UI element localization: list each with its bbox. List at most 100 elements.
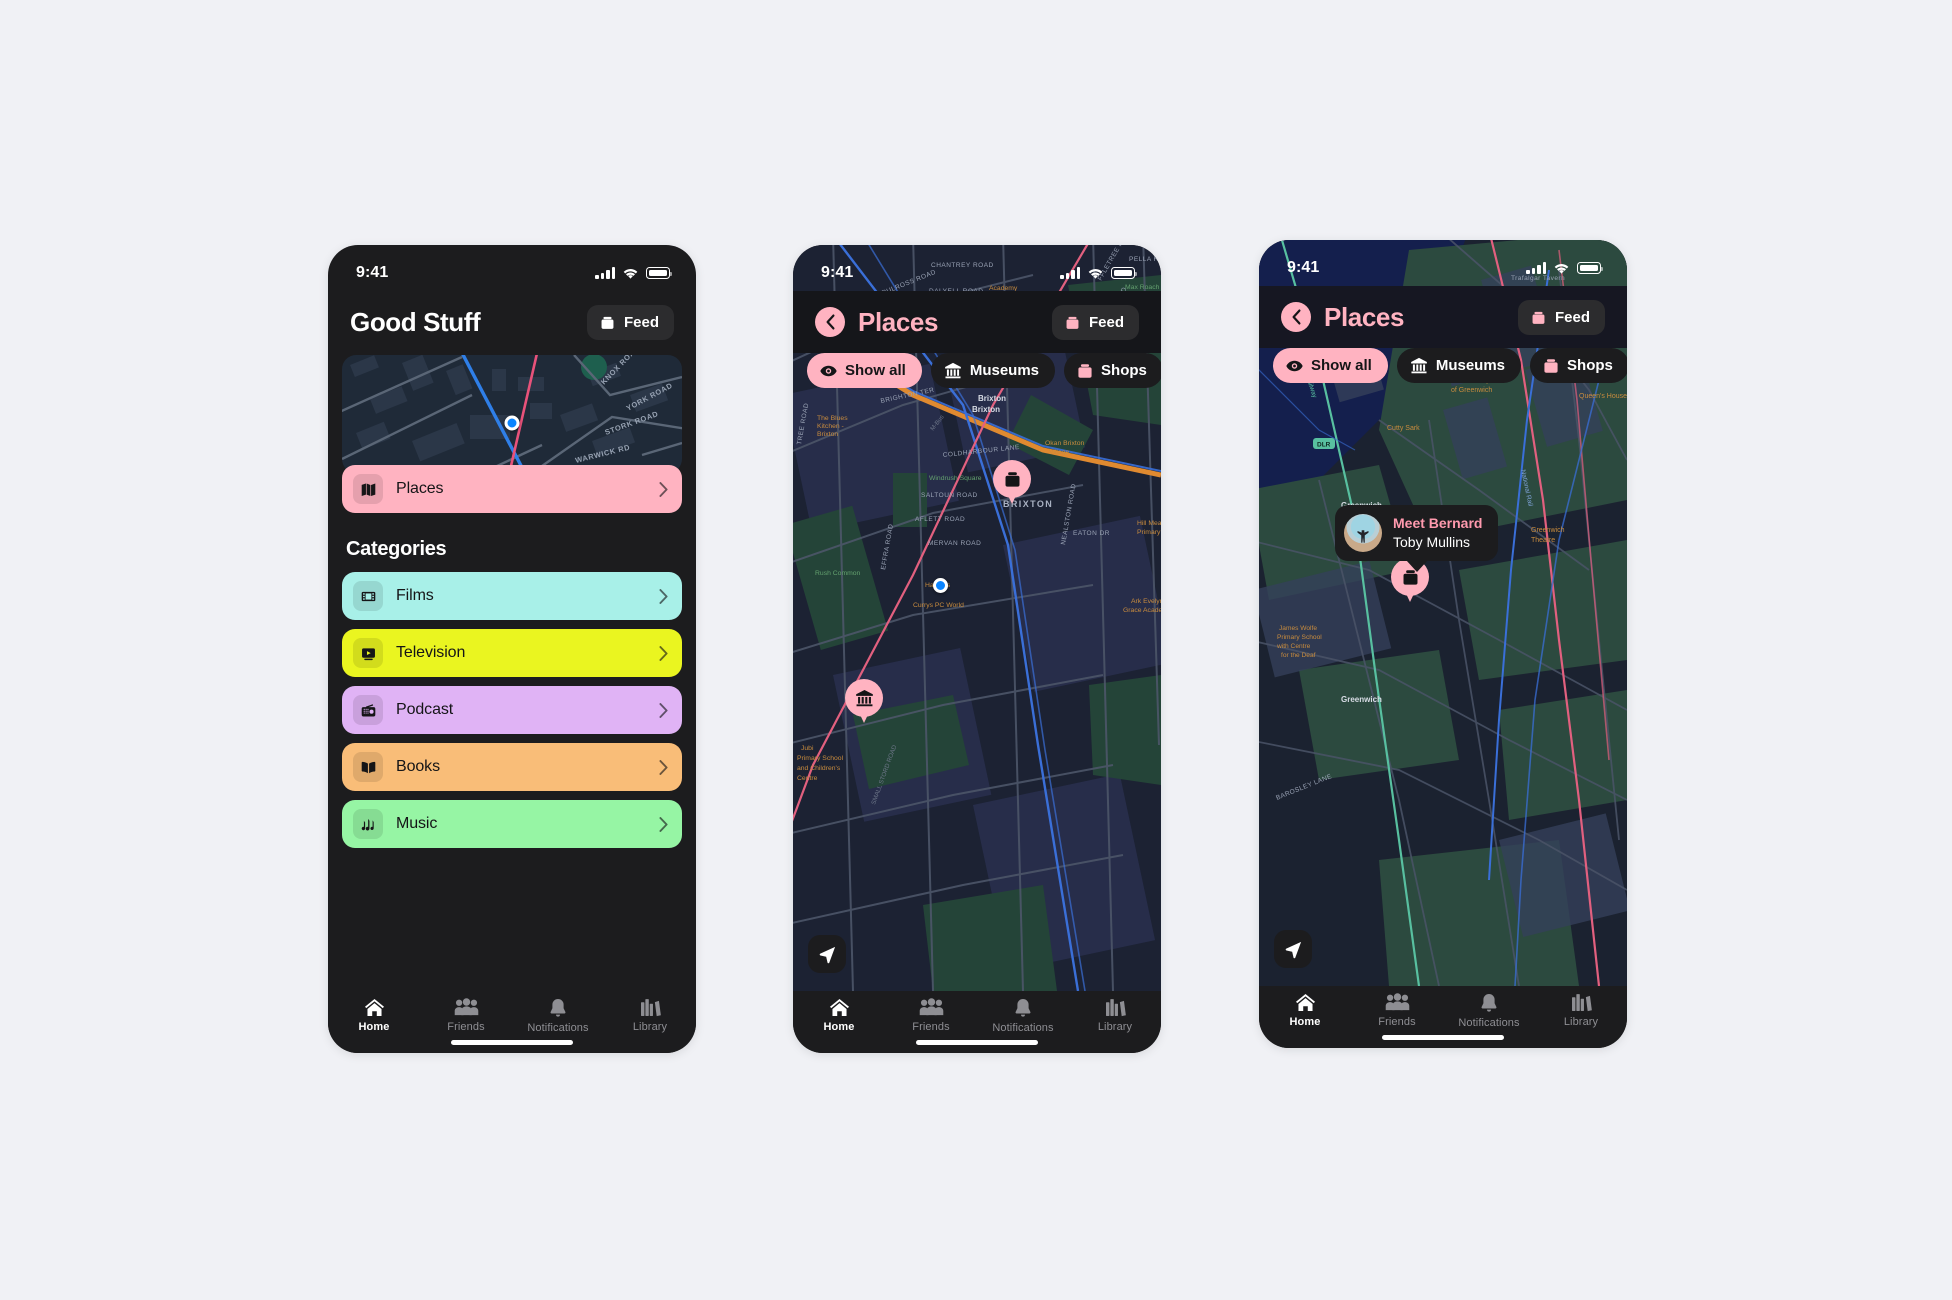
svg-text:Currys PC World: Currys PC World bbox=[913, 602, 964, 609]
category-label: Television bbox=[396, 644, 466, 661]
category-row-music[interactable]: Music bbox=[342, 800, 682, 848]
places-row[interactable]: Places bbox=[342, 465, 682, 513]
tab-friends[interactable]: Friends bbox=[1351, 993, 1443, 1028]
film-icon bbox=[353, 581, 383, 611]
status-bar: 9:41 bbox=[328, 245, 696, 291]
feed-button[interactable]: Feed bbox=[1517, 299, 1605, 335]
home-icon bbox=[1295, 993, 1315, 1012]
tab-label: Notifications bbox=[527, 1022, 589, 1034]
screenshot-stage: 9:41 Good Stuff Feed KNOX ROAD YORK ROAD… bbox=[0, 0, 1952, 1300]
filter-chip-shops[interactable]: Shops bbox=[1064, 353, 1161, 388]
phone-mockup-places-callout: DLR Docklands Light Railway National Rai… bbox=[1259, 240, 1627, 1048]
status-time: 9:41 bbox=[821, 264, 854, 281]
svg-text:Primary School: Primary School bbox=[1277, 634, 1322, 641]
svg-text:Cutty Sark: Cutty Sark bbox=[1387, 425, 1420, 432]
avatar bbox=[1344, 514, 1382, 552]
tab-friends[interactable]: Friends bbox=[885, 998, 977, 1033]
filter-chip-museums[interactable]: Museums bbox=[930, 353, 1056, 388]
tab-label: Friends bbox=[912, 1021, 950, 1033]
status-time: 9:41 bbox=[356, 264, 389, 281]
filter-chip-show-all[interactable]: Show all bbox=[807, 353, 922, 388]
shopping-bag-icon bbox=[1544, 359, 1558, 373]
tab-notifications[interactable]: Notifications bbox=[1443, 993, 1535, 1029]
tab-label: Notifications bbox=[992, 1022, 1054, 1034]
tab-library[interactable]: Library bbox=[1535, 993, 1627, 1028]
status-indicators bbox=[1526, 262, 1604, 275]
tab-library[interactable]: Library bbox=[1069, 998, 1161, 1033]
category-label: Films bbox=[396, 587, 434, 604]
museum-icon bbox=[1410, 357, 1427, 374]
tab-library[interactable]: Library bbox=[604, 998, 696, 1033]
filter-chip-shops[interactable]: Shops bbox=[1530, 348, 1627, 383]
svg-text:Jubi: Jubi bbox=[801, 745, 814, 752]
phone-mockup-places-map: CHANTREY ROAD DALYELL ROAD PULROSS ROAD … bbox=[793, 245, 1161, 1053]
feed-bag-icon bbox=[1532, 311, 1545, 324]
filter-chip-label: Museums bbox=[969, 362, 1040, 379]
museum-icon bbox=[944, 362, 961, 379]
tab-home[interactable]: Home bbox=[793, 998, 885, 1033]
svg-text:Okan Brixton: Okan Brixton bbox=[1045, 440, 1085, 447]
home-content: KNOX ROAD YORK ROAD STORK ROAD WARWICK R… bbox=[328, 353, 696, 991]
map-filter-chips: Show all Museums Shops bbox=[807, 353, 1161, 388]
map-pin-shop[interactable] bbox=[993, 460, 1031, 506]
svg-text:Brixton: Brixton bbox=[972, 405, 1000, 414]
map-filter-chips: Show all Museums Shops bbox=[1273, 348, 1627, 383]
callout-pointer bbox=[1405, 560, 1428, 572]
people-icon bbox=[1385, 993, 1409, 1011]
map-icon bbox=[353, 474, 383, 504]
tab-label: Home bbox=[1289, 1016, 1321, 1028]
page-title: Places bbox=[858, 306, 939, 337]
home-icon bbox=[829, 998, 849, 1017]
cellular-signal-icon bbox=[1526, 262, 1546, 274]
bottom-tab-bar: Home Friends Notifications Library bbox=[793, 991, 1161, 1053]
battery-icon bbox=[1111, 267, 1138, 279]
filter-chip-show-all[interactable]: Show all bbox=[1273, 348, 1388, 383]
map-preview-card[interactable]: KNOX ROAD YORK ROAD STORK ROAD WARWICK R… bbox=[342, 355, 682, 473]
svg-text:and Children's: and Children's bbox=[797, 765, 841, 772]
svg-text:Kitchen -: Kitchen - bbox=[817, 423, 844, 430]
eye-icon bbox=[820, 365, 837, 376]
filter-chip-museums[interactable]: Museums bbox=[1396, 348, 1522, 383]
feed-button[interactable]: Feed bbox=[586, 304, 674, 340]
feed-button-label: Feed bbox=[1088, 313, 1124, 331]
tab-label: Library bbox=[1563, 1016, 1599, 1028]
filter-chip-label: Museums bbox=[1435, 357, 1506, 374]
tab-notifications[interactable]: Notifications bbox=[977, 998, 1069, 1034]
callout-subtitle: Toby Mullins bbox=[1393, 534, 1471, 550]
shopping-bag-icon bbox=[1005, 472, 1019, 487]
tab-friends[interactable]: Friends bbox=[420, 998, 512, 1033]
tab-label: Library bbox=[1097, 1021, 1133, 1033]
map-callout-card[interactable]: Meet Bernard Toby Mullins bbox=[1335, 505, 1499, 572]
feed-button[interactable]: Feed bbox=[1051, 304, 1139, 340]
chevron-right-icon bbox=[659, 702, 668, 718]
chevron-right-icon bbox=[659, 645, 668, 661]
bell-icon bbox=[550, 999, 566, 1017]
tab-home[interactable]: Home bbox=[328, 998, 420, 1033]
status-bar: 9:41 bbox=[793, 245, 1161, 291]
svg-text:James Wolfe: James Wolfe bbox=[1279, 625, 1317, 632]
feed-button-label: Feed bbox=[1554, 308, 1590, 326]
bottom-tab-bar: Home Friends Notifications Library bbox=[328, 991, 696, 1053]
category-row-podcast[interactable]: Podcast bbox=[342, 686, 682, 734]
svg-text:Queen's House: Queen's House bbox=[1579, 393, 1627, 400]
svg-text:Centre: Centre bbox=[797, 775, 818, 782]
open-book-icon bbox=[353, 752, 383, 782]
category-row-films[interactable]: Films bbox=[342, 572, 682, 620]
category-row-television[interactable]: Television bbox=[342, 629, 682, 677]
svg-text:Primary School: Primary School bbox=[797, 755, 844, 762]
tab-home[interactable]: Home bbox=[1259, 993, 1351, 1028]
places-row-label: Places bbox=[396, 480, 444, 497]
navigation-arrow-icon bbox=[1285, 941, 1301, 958]
back-button[interactable] bbox=[1281, 302, 1311, 332]
tab-notifications[interactable]: Notifications bbox=[512, 998, 604, 1034]
locate-me-button[interactable] bbox=[808, 935, 846, 973]
back-button[interactable] bbox=[815, 307, 845, 337]
map-pin-museum[interactable] bbox=[845, 679, 883, 725]
shopping-bag-icon bbox=[1078, 364, 1092, 378]
locate-me-button[interactable] bbox=[1274, 930, 1312, 968]
status-indicators bbox=[1060, 267, 1138, 280]
section-title-categories: Categories bbox=[346, 538, 447, 560]
phone-mockup-home: 9:41 Good Stuff Feed KNOX ROAD YORK ROAD… bbox=[328, 245, 696, 1053]
category-row-books[interactable]: Books bbox=[342, 743, 682, 791]
header-left: Places bbox=[1281, 302, 1404, 333]
